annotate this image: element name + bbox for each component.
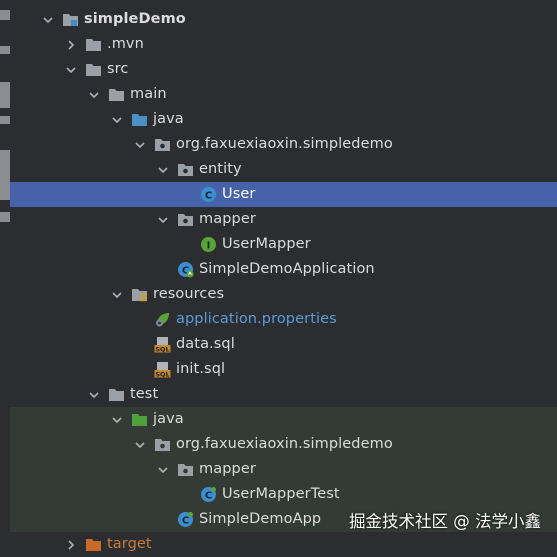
- chevron-down-icon[interactable]: [111, 114, 123, 126]
- chevron-down-icon[interactable]: [157, 164, 169, 176]
- tree-row-mvn[interactable]: .mvn: [10, 32, 557, 57]
- project-tree: simpleDemo .mvn src main java org.faxuex…: [10, 7, 557, 532]
- tree-row-init-sql[interactable]: SQL init.sql: [10, 357, 557, 382]
- tree-label: UserMapperTest: [222, 486, 340, 502]
- chevron-down-icon[interactable]: [111, 414, 123, 426]
- spring-boot-app-icon: C: [177, 261, 194, 278]
- package-icon: [177, 211, 194, 228]
- folder-icon: [108, 386, 125, 403]
- tool-tab-marker[interactable]: [0, 212, 10, 222]
- tree-label: java: [153, 411, 184, 427]
- tree-row-data-sql[interactable]: SQL data.sql: [10, 332, 557, 357]
- tool-tab-marker[interactable]: [0, 116, 10, 124]
- package-icon: [154, 136, 171, 153]
- spring-properties-icon: [154, 311, 171, 328]
- tree-row-user-mapper[interactable]: I UserMapper: [10, 232, 557, 257]
- chevron-down-icon[interactable]: [88, 89, 100, 101]
- test-root-icon: [131, 411, 148, 428]
- tree-row-project[interactable]: simpleDemo: [10, 7, 557, 32]
- chevron-down-icon[interactable]: [157, 214, 169, 226]
- tree-label: mapper: [199, 211, 256, 227]
- tree-row-src[interactable]: src: [10, 57, 557, 82]
- chevron-down-icon[interactable]: [65, 64, 77, 76]
- tree-label: application.properties: [176, 311, 337, 327]
- tree-row-resources[interactable]: resources: [10, 282, 557, 307]
- tree-row-entity[interactable]: entity: [10, 157, 557, 182]
- svg-text:SQL: SQL: [155, 346, 169, 354]
- tree-row-test-java[interactable]: java: [10, 407, 557, 432]
- tree-row-test-package[interactable]: org.faxuexiaoxin.simpledemo: [10, 432, 557, 457]
- tree-label: .mvn: [107, 36, 144, 52]
- tree-label: init.sql: [176, 361, 226, 377]
- tree-label: mapper: [199, 461, 256, 477]
- chevron-down-icon[interactable]: [111, 289, 123, 301]
- tree-label: target: [107, 536, 152, 552]
- package-icon: [154, 436, 171, 453]
- chevron-down-icon[interactable]: [42, 14, 54, 26]
- resources-folder-icon: [131, 286, 148, 303]
- tree-label: SimpleDemoApplication: [199, 261, 375, 277]
- tree-label: test: [130, 386, 159, 402]
- package-icon: [177, 461, 194, 478]
- package-icon: [177, 161, 194, 178]
- tree-label: resources: [153, 286, 225, 302]
- tree-label: java: [153, 111, 184, 127]
- svg-text:C: C: [205, 490, 212, 501]
- chevron-down-icon[interactable]: [134, 439, 146, 451]
- structure-tool-tab[interactable]: [0, 150, 10, 200]
- excluded-folder-icon: [85, 536, 102, 553]
- tree-label: data.sql: [176, 336, 235, 352]
- tree-row-main-java[interactable]: java: [10, 107, 557, 132]
- svg-text:SQL: SQL: [155, 371, 169, 379]
- sql-file-icon: SQL: [154, 361, 171, 378]
- project-tool-tab[interactable]: [0, 10, 10, 20]
- tree-label: org.faxuexiaoxin.simpledemo: [176, 436, 393, 452]
- watermark: 掘金技术社区 @ 法学小鑫: [349, 512, 541, 531]
- tree-label: src: [107, 61, 129, 77]
- svg-text:I: I: [207, 240, 211, 251]
- folder-icon: [85, 36, 102, 53]
- tree-row-app[interactable]: C SimpleDemoApplication: [10, 257, 557, 282]
- bookmarks-tool-tab[interactable]: [0, 82, 10, 108]
- tree-row-target[interactable]: target: [10, 532, 557, 557]
- tree-label: SimpleDemoApp: [199, 511, 322, 527]
- sql-file-icon: SQL: [154, 336, 171, 353]
- tree-label: main: [130, 86, 167, 102]
- tree-row-user[interactable]: C User: [10, 182, 557, 207]
- class-icon: C: [177, 511, 194, 528]
- tree-row-mapper[interactable]: mapper: [10, 207, 557, 232]
- chevron-down-icon[interactable]: [88, 389, 100, 401]
- tree-row-main-package[interactable]: org.faxuexiaoxin.simpledemo: [10, 132, 557, 157]
- svg-text:C: C: [182, 515, 189, 526]
- tree-label: org.faxuexiaoxin.simpledemo: [176, 136, 393, 152]
- chevron-right-icon[interactable]: [65, 539, 77, 551]
- module-folder-icon: [62, 11, 79, 28]
- side-tool-strip: [0, 0, 10, 546]
- tree-row-app-props[interactable]: application.properties: [10, 307, 557, 332]
- interface-icon: I: [200, 236, 217, 253]
- chevron-right-icon[interactable]: [65, 39, 77, 51]
- tree-label: entity: [199, 161, 242, 177]
- class-icon: C: [200, 186, 217, 203]
- tree-label: UserMapper: [222, 236, 311, 252]
- class-icon: C: [200, 486, 217, 503]
- tree-label: simpleDemo: [84, 11, 186, 27]
- tree-row-test-mapper[interactable]: mapper: [10, 457, 557, 482]
- tree-row-main[interactable]: main: [10, 82, 557, 107]
- chevron-down-icon[interactable]: [157, 464, 169, 476]
- tree-row-user-mapper-test[interactable]: C UserMapperTest: [10, 482, 557, 507]
- svg-text:C: C: [205, 190, 212, 201]
- folder-icon: [108, 86, 125, 103]
- source-root-icon: [131, 111, 148, 128]
- tree-row-test[interactable]: test: [10, 382, 557, 407]
- tree-label: User: [222, 186, 256, 202]
- tool-tab-marker[interactable]: [0, 46, 10, 54]
- chevron-down-icon[interactable]: [134, 139, 146, 151]
- folder-icon: [85, 61, 102, 78]
